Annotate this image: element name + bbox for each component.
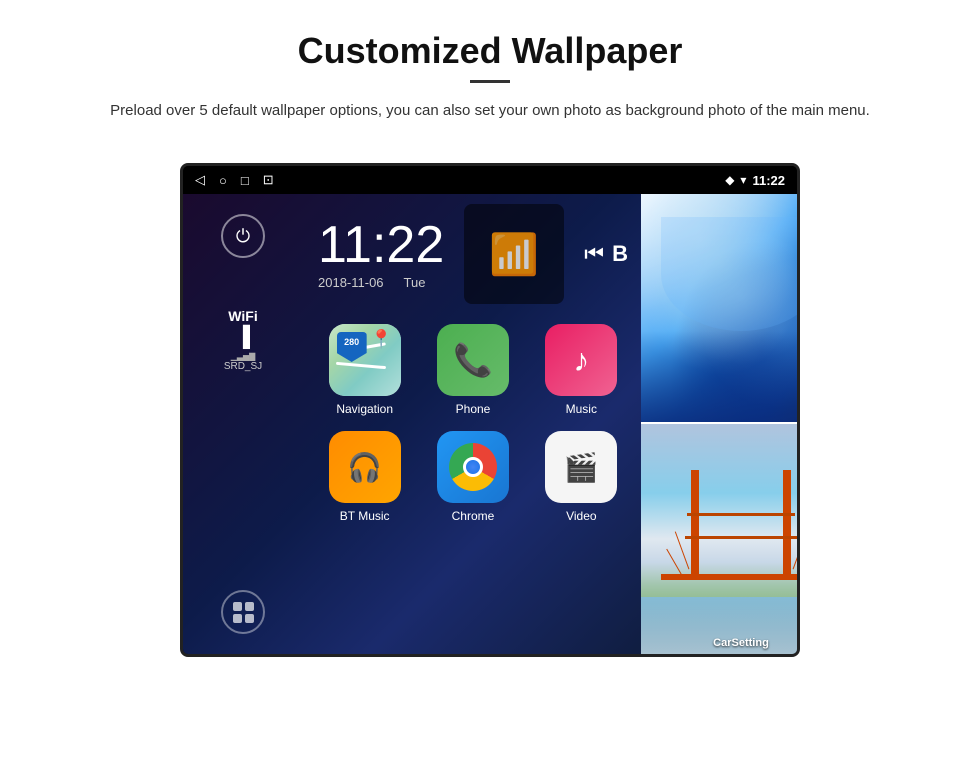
bt-music-icon: 🎧	[329, 431, 401, 503]
carsetting-label: CarSetting	[641, 637, 800, 649]
home-icon[interactable]: ○	[219, 173, 227, 188]
page-subtitle: Preload over 5 default wallpaper options…	[110, 99, 870, 123]
clock-time: 11:22	[318, 219, 444, 271]
media-widget: 📶	[464, 204, 564, 304]
app-bt-music[interactable]: 🎧 BT Music	[318, 431, 411, 523]
bridge-image	[641, 424, 800, 654]
chrome-icon	[437, 431, 509, 503]
track-label: B	[612, 241, 628, 267]
power-button[interactable]: ⏻	[221, 214, 265, 258]
bridge-tower-left	[691, 470, 699, 574]
status-time: 11:22	[752, 173, 785, 188]
back-icon[interactable]: ◁	[195, 172, 205, 188]
clock-date-value: 2018-11-06	[318, 275, 384, 290]
wifi-bars: ▐	[224, 326, 262, 349]
apps-grid-icon	[229, 598, 258, 627]
wifi-icon: ▾	[740, 173, 746, 187]
app-video[interactable]: 🎬 Video	[535, 431, 628, 523]
wallpaper-ice-cave[interactable]	[641, 194, 800, 424]
power-icon: ⏻	[236, 226, 250, 247]
bridge-road	[661, 574, 800, 580]
wifi-bars-visual: ▁▃▅▇	[224, 351, 262, 361]
bt-icon-glyph: 🎧	[347, 451, 382, 484]
chrome-label: Chrome	[452, 509, 495, 523]
navigation-label: Navigation	[336, 402, 393, 416]
app-phone[interactable]: 📞 Phone	[426, 324, 519, 416]
device-frame: ◁ ○ □ ⊡ ◆ ▾ 11:22 ⏻ WiFi ▐	[180, 163, 800, 657]
music-icon: ♪	[545, 324, 617, 396]
phone-label: Phone	[456, 402, 491, 416]
phone-icon-glyph: 📞	[453, 341, 493, 379]
wifi-widget: WiFi ▐ ▁▃▅▇ SRD_SJ	[224, 308, 262, 372]
apps-button[interactable]	[221, 590, 265, 634]
clock-day: Tue	[404, 275, 426, 290]
status-right: ◆ ▾ 11:22	[725, 173, 785, 188]
navigation-icon: 280 📍	[329, 324, 401, 396]
app-grid: 280 📍 Navigation 📞 Pho	[318, 324, 628, 523]
recents-icon[interactable]: □	[241, 173, 249, 188]
wifi-network: SRD_SJ	[224, 361, 262, 372]
status-left: ◁ ○ □ ⊡	[195, 172, 274, 188]
chrome-logo	[449, 443, 497, 491]
video-label: Video	[566, 509, 596, 523]
video-icon-glyph: 🎬	[564, 451, 599, 484]
title-divider	[470, 80, 510, 83]
video-icon: 🎬	[545, 431, 617, 503]
main-area: 11:22 2018-11-06 Tue 📶 ⏮ B	[303, 194, 643, 654]
screenshot-icon[interactable]: ⊡	[263, 172, 274, 188]
ice-cave-image	[641, 194, 800, 422]
wallpaper-thumbnails: CarSetting	[641, 194, 800, 654]
signal-icon: 📶	[489, 231, 539, 278]
bridge-tower-right	[783, 470, 791, 574]
wallpaper-bridge[interactable]: CarSetting	[641, 424, 800, 654]
page-header: Customized Wallpaper Preload over 5 defa…	[0, 0, 980, 143]
app-chrome[interactable]: Chrome	[426, 431, 519, 523]
location-icon: ◆	[725, 173, 734, 187]
media-controls: ⏮ B	[584, 241, 628, 267]
wifi-label: WiFi	[224, 308, 262, 324]
music-label: Music	[566, 402, 597, 416]
app-navigation[interactable]: 280 📍 Navigation	[318, 324, 411, 416]
phone-icon: 📞	[437, 324, 509, 396]
prev-track-icon[interactable]: ⏮	[584, 241, 604, 267]
clock-section: 11:22 2018-11-06 Tue 📶 ⏮ B	[318, 204, 628, 304]
page-title: Customized Wallpaper	[80, 30, 900, 72]
screen-content: ⏻ WiFi ▐ ▁▃▅▇ SRD_SJ	[183, 194, 797, 654]
chrome-inner-circle	[463, 457, 483, 477]
status-bar: ◁ ○ □ ⊡ ◆ ▾ 11:22	[183, 166, 797, 194]
bt-music-label: BT Music	[340, 509, 390, 523]
main-content: ◁ ○ □ ⊡ ◆ ▾ 11:22 ⏻ WiFi ▐	[0, 143, 980, 687]
music-icon-glyph: ♪	[573, 342, 589, 379]
clock-date: 2018-11-06 Tue	[318, 275, 444, 290]
app-music[interactable]: ♪ Music	[535, 324, 628, 416]
clock-display: 11:22 2018-11-06 Tue	[318, 219, 444, 290]
sidebar: ⏻ WiFi ▐ ▁▃▅▇ SRD_SJ	[183, 194, 303, 654]
